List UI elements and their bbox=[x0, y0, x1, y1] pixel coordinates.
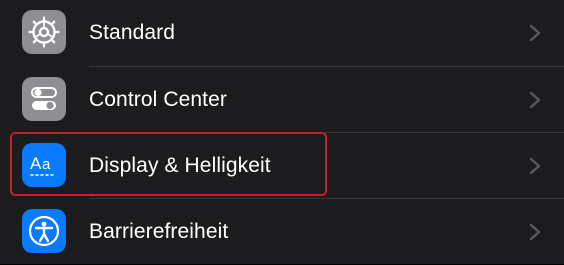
settings-list: Standard Control Center A a Display & He… bbox=[0, 0, 564, 264]
chevron-right-icon bbox=[529, 223, 541, 241]
settings-row-label: Control Center bbox=[89, 88, 227, 111]
svg-text:a: a bbox=[42, 156, 51, 173]
settings-row-label: Display & Helligkeit bbox=[89, 154, 271, 177]
settings-row-display-brightness[interactable]: A a Display & Helligkeit bbox=[0, 133, 564, 199]
chevron-right-icon bbox=[529, 157, 541, 175]
text-size-icon: A a bbox=[22, 143, 66, 187]
chevron-right-icon bbox=[529, 91, 541, 109]
gear-icon bbox=[22, 10, 66, 54]
chevron-right-icon bbox=[529, 24, 541, 42]
svg-text:A: A bbox=[30, 154, 42, 173]
settings-row-accessibility[interactable]: Barrierefreiheit bbox=[0, 199, 564, 265]
settings-row-label: Standard bbox=[89, 21, 176, 44]
settings-row-control-center[interactable]: Control Center bbox=[0, 67, 564, 133]
accessibility-icon bbox=[22, 209, 66, 253]
settings-row-label: Barrierefreiheit bbox=[89, 220, 229, 243]
toggles-icon bbox=[22, 77, 66, 121]
settings-row-standard[interactable]: Standard bbox=[0, 0, 564, 66]
